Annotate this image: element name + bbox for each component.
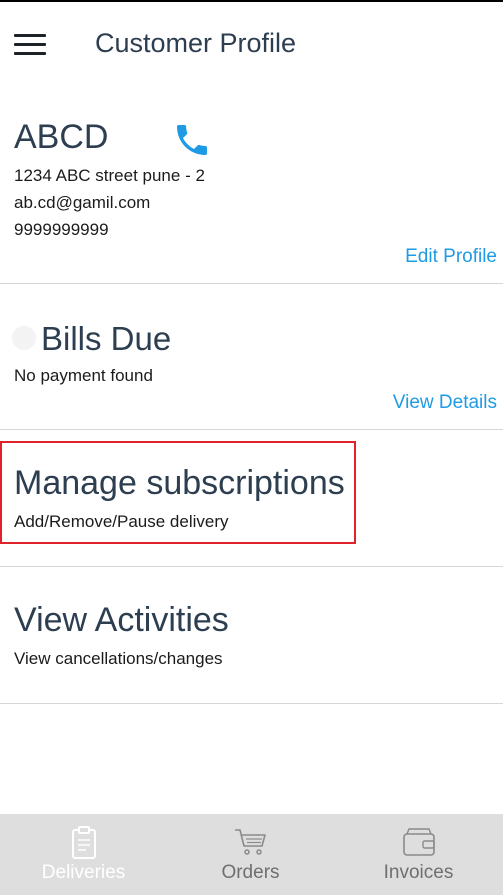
tab-invoices-label: Invoices [383,862,454,883]
view-activities-section[interactable]: View Activities View cancellations/chang… [0,567,503,704]
view-details-link[interactable]: View Details [393,392,497,414]
clipboard-icon [71,826,96,859]
tab-orders-label: Orders [221,862,280,883]
customer-phone: 9999999999 [14,220,109,239]
edit-profile-link[interactable]: Edit Profile [405,246,497,268]
app-bar: Customer Profile [0,2,503,84]
customer-address: 1234 ABC street pune - 2 [14,166,205,185]
phone-call-icon[interactable] [172,120,212,160]
bills-due-section[interactable]: Bills Due No payment found View Details [0,284,503,430]
bills-due-status: No payment found [14,366,153,385]
tab-invoices[interactable]: Invoices [334,814,503,895]
tab-deliveries[interactable]: Deliveries [0,814,167,895]
view-activities-title: View Activities [14,601,229,639]
customer-name: ABCD [14,118,109,156]
tab-orders[interactable]: Orders [167,814,334,895]
bottom-navigation: Deliveries Orders Invoices [0,814,503,895]
highlight-box [0,441,356,544]
tab-deliveries-label: Deliveries [41,862,126,883]
view-activities-subtitle: View cancellations/changes [14,649,223,668]
page-title: Customer Profile [95,28,297,58]
customer-email: ab.cd@gamil.com [14,193,151,212]
wallet-icon [402,828,435,856]
bills-due-title: Bills Due [41,320,172,357]
hamburger-menu-icon[interactable] [14,34,46,56]
cart-icon [234,829,266,855]
bills-status-dot [12,326,36,350]
customer-info-section: ABCD 1234 ABC street pune - 2 ab.cd@gami… [0,84,503,284]
